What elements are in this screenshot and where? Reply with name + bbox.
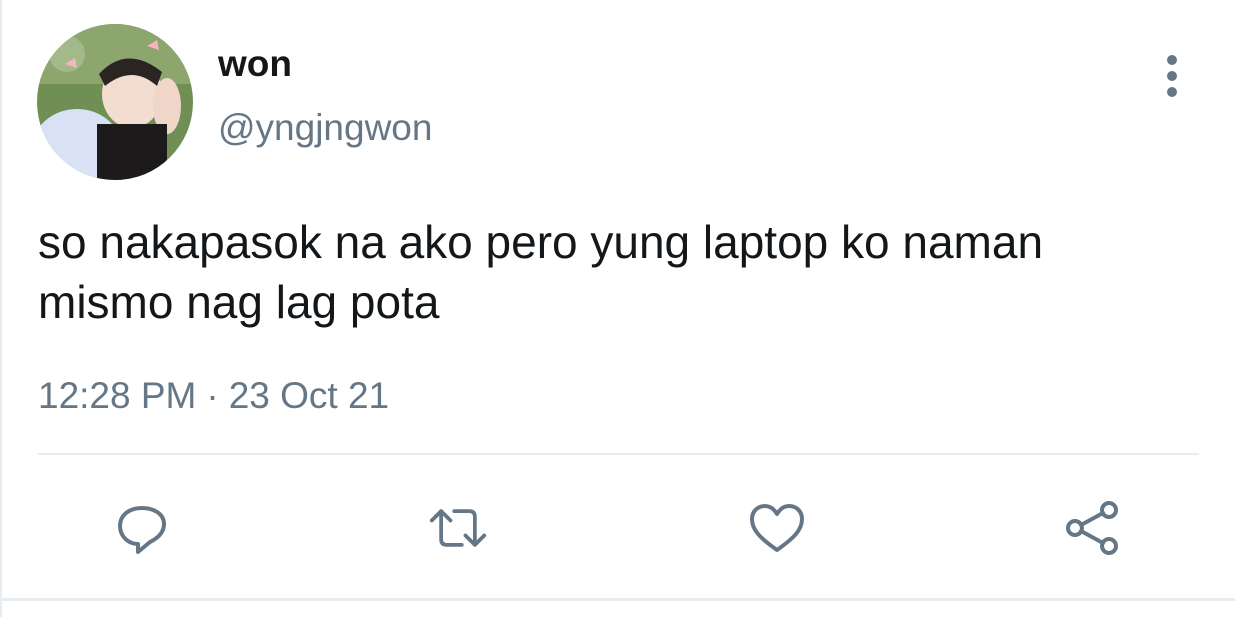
- heart-icon: [750, 504, 804, 552]
- display-name[interactable]: won: [218, 42, 292, 86]
- bottom-divider: [0, 598, 1235, 601]
- tweet-text: so nakapasok na ako pero yung laptop ko …: [38, 216, 1044, 328]
- tweet-meta: 12:28 PM · 23 Oct 21: [38, 374, 389, 418]
- more-vertical-icon: [1167, 55, 1177, 97]
- retweet-button[interactable]: [428, 500, 488, 556]
- reply-icon: [118, 506, 166, 554]
- avatar[interactable]: [37, 24, 193, 180]
- divider: [38, 453, 1199, 455]
- retweet-icon: [429, 509, 487, 547]
- left-edge-border: [0, 0, 2, 617]
- share-icon: [1066, 501, 1118, 555]
- user-handle[interactable]: @yngjngwon: [218, 106, 432, 150]
- share-button[interactable]: [1062, 500, 1122, 556]
- tweet-date[interactable]: 23 Oct 21: [229, 375, 389, 416]
- meta-separator: ·: [206, 375, 219, 416]
- reply-button[interactable]: [112, 500, 172, 556]
- more-options-button[interactable]: [1150, 52, 1194, 100]
- like-button[interactable]: [747, 500, 807, 556]
- tweet-time[interactable]: 12:28 PM: [38, 375, 196, 416]
